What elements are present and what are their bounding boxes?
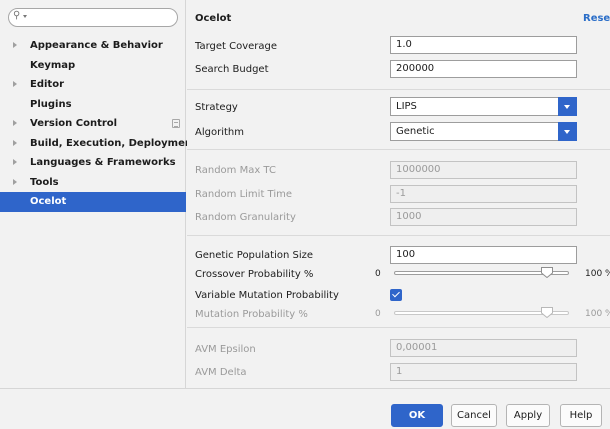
variable-mutation-label: Variable Mutation Probability	[195, 290, 339, 301]
help-button[interactable]: Help	[560, 404, 602, 427]
sidebar-item-label: Keymap	[30, 59, 76, 71]
sidebar-item-label: Appearance & Behavior	[30, 40, 163, 51]
algorithm-select-value: Genetic	[396, 126, 435, 137]
section-divider	[187, 89, 610, 90]
avm-delta-field[interactable]: 1	[390, 363, 577, 381]
section-divider	[187, 149, 610, 150]
ok-button[interactable]: OK	[391, 404, 443, 427]
sidebar-item-plugins[interactable]: Plugins	[0, 95, 186, 115]
page-title: Ocelot	[195, 13, 232, 24]
genetic-population-size-label: Genetic Population Size	[195, 250, 314, 261]
dialog-footer: OK Cancel Apply Help	[0, 388, 610, 429]
genetic-population-size-field[interactable]: 100	[390, 246, 577, 264]
settings-sidebar: ⚲ Appearance & Behavior Keymap Editor Pl…	[0, 0, 197, 388]
mutation-slider-thumb[interactable]	[540, 307, 553, 318]
sidebar-item-build-execution-deployment[interactable]: Build, Execution, Deployment	[0, 134, 197, 154]
search-input[interactable]: ⚲	[8, 8, 178, 27]
mutation-slider-min: 0	[375, 309, 381, 319]
strategy-select[interactable]: LIPS	[390, 97, 577, 116]
expand-arrow-icon[interactable]	[13, 159, 17, 165]
algorithm-label: Algorithm	[195, 127, 244, 138]
avm-epsilon-field[interactable]: 0,00001	[390, 339, 577, 357]
strategy-label: Strategy	[195, 102, 238, 113]
sidebar-item-languages-frameworks[interactable]: Languages & Frameworks	[0, 153, 186, 173]
sidebar-item-keymap[interactable]: Keymap	[0, 56, 186, 76]
apply-button[interactable]: Apply	[506, 404, 550, 427]
search-budget-label: Search Budget	[195, 64, 269, 75]
crossover-slider-max: 100 %	[585, 269, 610, 279]
sidebar-item-appearance-behavior[interactable]: Appearance & Behavior	[0, 36, 186, 56]
section-divider	[187, 327, 610, 328]
sidebar-item-label: Languages & Frameworks	[30, 157, 176, 168]
target-coverage-label: Target Coverage	[195, 41, 278, 52]
target-coverage-field[interactable]: 1.0	[390, 36, 577, 54]
settings-tree: Appearance & Behavior Keymap Editor Plug…	[0, 36, 197, 212]
sidebar-item-version-control[interactable]: Version Control	[0, 114, 186, 134]
expand-arrow-icon[interactable]	[13, 139, 17, 146]
sidebar-item-label: Plugins	[30, 98, 72, 110]
search-options-icon[interactable]	[23, 15, 27, 18]
sidebar-item-label: Ocelot	[30, 196, 67, 207]
sidebar-item-label: Editor	[30, 79, 64, 90]
chevron-down-icon[interactable]	[558, 97, 577, 116]
crossover-probability-label: Crossover Probability %	[195, 269, 314, 280]
expand-arrow-icon[interactable]	[13, 42, 17, 48]
cancel-button[interactable]: Cancel	[451, 404, 497, 427]
crossover-slider-thumb[interactable]	[540, 267, 553, 278]
variable-mutation-checkbox[interactable]	[390, 289, 402, 301]
random-max-tc-label: Random Max TC	[195, 165, 276, 176]
random-limit-time-field[interactable]: -1	[390, 185, 577, 203]
reset-link[interactable]: Reset	[583, 13, 610, 24]
expand-arrow-icon[interactable]	[13, 178, 17, 185]
chevron-down-icon[interactable]	[558, 122, 577, 141]
random-max-tc-field[interactable]: 1000000	[390, 161, 577, 179]
mutation-slider-max: 100 %	[585, 309, 610, 319]
project-settings-icon	[172, 119, 180, 128]
sidebar-item-label: Version Control	[30, 118, 118, 129]
expand-arrow-icon[interactable]	[13, 120, 17, 126]
random-granularity-field[interactable]: 1000	[390, 208, 577, 226]
sidebar-item-label: Tools	[30, 176, 59, 188]
mutation-probability-label: Mutation Probability %	[195, 309, 308, 320]
expand-arrow-icon[interactable]	[13, 81, 17, 87]
sidebar-item-ocelot[interactable]: Ocelot	[0, 192, 186, 212]
search-budget-field[interactable]: 200000	[390, 60, 577, 78]
crossover-slider-min: 0	[375, 269, 381, 279]
algorithm-select[interactable]: Genetic	[390, 122, 577, 141]
avm-epsilon-label: AVM Epsilon	[195, 344, 256, 355]
random-limit-time-label: Random Limit Time	[195, 189, 293, 200]
search-icon: ⚲	[13, 10, 21, 21]
section-divider	[187, 235, 610, 236]
random-granularity-label: Random Granularity	[195, 212, 296, 223]
sidebar-item-tools[interactable]: Tools	[0, 173, 186, 193]
ocelot-settings-panel: Ocelot Reset Target Coverage 1.0 Search …	[187, 0, 610, 388]
strategy-select-value: LIPS	[396, 101, 417, 112]
sidebar-item-label: Build, Execution, Deployment	[30, 137, 197, 149]
sidebar-item-editor[interactable]: Editor	[0, 75, 186, 95]
avm-delta-label: AVM Delta	[195, 367, 247, 378]
